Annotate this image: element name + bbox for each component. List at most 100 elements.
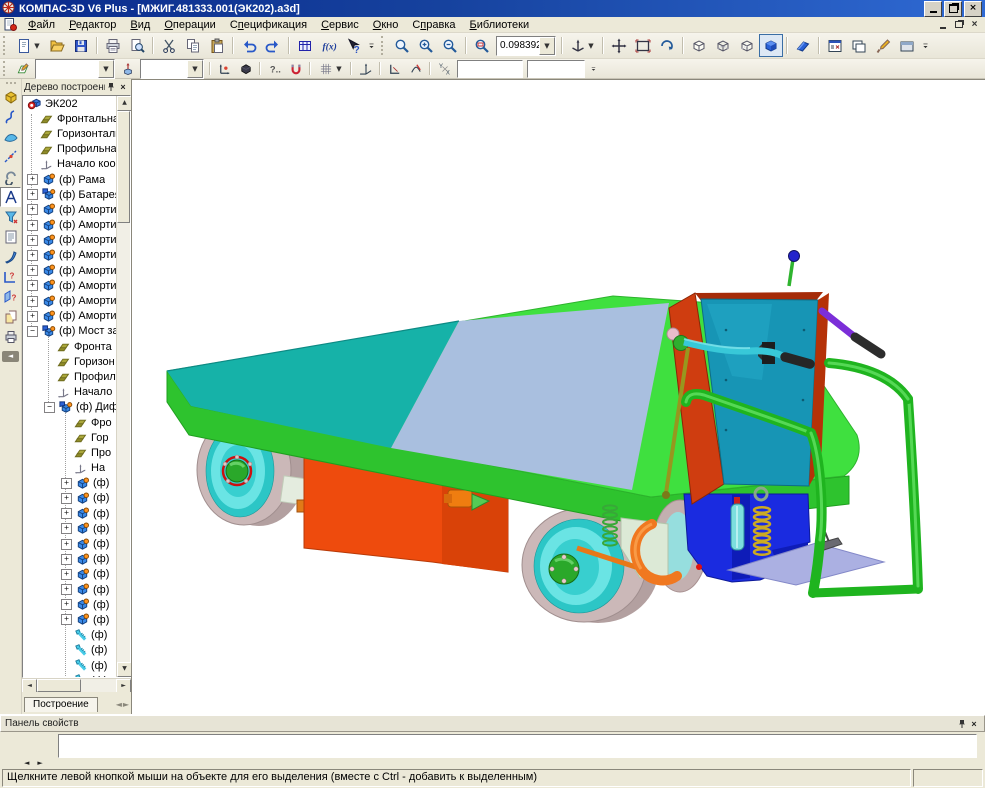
print-preview-button[interactable] [125, 34, 149, 57]
tree-item[interactable]: +(ф) Амортиза [23, 218, 116, 233]
orientation-button[interactable]: ▼ [566, 34, 599, 57]
expand-icon[interactable]: + [61, 493, 72, 504]
menu-item-8[interactable]: Справка [405, 18, 462, 32]
menu-item-6[interactable]: Сервис [314, 18, 366, 32]
menu-item-5[interactable]: Спецификация [223, 18, 314, 32]
tree-horizontal-scrollbar[interactable]: ◄ ► [22, 678, 131, 692]
tree-item[interactable]: (ф) [23, 643, 116, 658]
expand-icon[interactable]: + [27, 174, 38, 185]
tree-item[interactable]: +(ф) [23, 552, 116, 567]
dropdown-arrow-icon[interactable]: ▼ [587, 42, 595, 50]
tree-item[interactable]: Фро [23, 415, 116, 430]
tree-item[interactable]: ЭК202 [23, 96, 116, 111]
conditions-icon[interactable]: ? [0, 267, 21, 287]
tree-item[interactable]: −(ф) Мост зад [23, 324, 116, 339]
menu-item-1[interactable]: Файл [21, 18, 62, 32]
expand-icon[interactable]: + [61, 554, 72, 565]
tree-item[interactable]: +(ф) Амортиза [23, 202, 116, 217]
pin-icon[interactable] [105, 81, 117, 93]
tree-item[interactable]: Про [23, 445, 116, 460]
edit-part-icon[interactable] [0, 87, 21, 107]
local-csys-button[interactable] [214, 59, 235, 78]
variables-button[interactable] [293, 34, 317, 57]
toolbar-field[interactable] [457, 60, 523, 78]
mates-icon[interactable] [0, 167, 21, 187]
child-restore-button[interactable] [952, 19, 965, 31]
corner-button[interactable] [384, 59, 405, 78]
snap-question-button[interactable]: ?.. [264, 59, 285, 78]
reports-icon[interactable] [0, 247, 21, 267]
cube-hidden-thin-button[interactable] [735, 34, 759, 57]
surfaces-icon[interactable] [0, 127, 21, 147]
minimize-button[interactable] [924, 1, 942, 17]
compact-collapse-button[interactable]: ◄ [2, 351, 19, 362]
zoom-in-button[interactable] [414, 34, 438, 57]
tree-item[interactable]: −(ф) Диф [23, 400, 116, 415]
new-document-button[interactable]: ▼ [12, 34, 45, 57]
tree-item[interactable]: (ф) [23, 658, 116, 673]
expand-icon[interactable]: + [27, 296, 38, 307]
zoom-cursor-button[interactable] [390, 34, 414, 57]
trim-button[interactable] [405, 59, 426, 78]
dark-solid-button[interactable] [235, 59, 256, 78]
expand-icon[interactable]: + [61, 614, 72, 625]
paste-button[interactable] [205, 34, 229, 57]
props-pin-icon[interactable] [956, 718, 968, 730]
antenna-lever[interactable] [789, 251, 800, 287]
tree-item[interactable]: +(ф) Амортиза [23, 293, 116, 308]
tab-next-icon[interactable]: ► [123, 700, 129, 709]
save-floppy-button[interactable] [69, 34, 93, 57]
tree-item[interactable]: +(ф) [23, 521, 116, 536]
cube-shaded-button[interactable] [759, 34, 783, 57]
tree-item[interactable]: +(ф) Амортиза [23, 233, 116, 248]
tree-item[interactable]: Профил [23, 369, 116, 384]
panel-button[interactable] [895, 34, 919, 57]
tab-prev-icon[interactable]: ◄ [116, 700, 122, 709]
tree-item[interactable]: +(ф) Батарея [23, 187, 116, 202]
tree-item[interactable]: Горизонталь [23, 126, 116, 141]
cut-scissors-button[interactable] [157, 34, 181, 57]
expand-icon[interactable]: + [61, 539, 72, 550]
expand-icon[interactable]: + [61, 569, 72, 580]
zoom-out-button[interactable] [438, 34, 462, 57]
tab-postroenie[interactable]: Построение [24, 697, 98, 712]
expand-icon[interactable]: + [27, 265, 38, 276]
combo-dropdown-icon[interactable]: ▼ [539, 37, 555, 55]
cube-wireframe-button[interactable] [687, 34, 711, 57]
expand-icon[interactable]: + [61, 599, 72, 610]
fx-button[interactable]: f(x) [317, 34, 341, 57]
dropdown-arrow-icon[interactable]: ▼ [33, 42, 41, 50]
overflow-down-button[interactable] [365, 34, 378, 57]
toolbar-grip[interactable] [3, 61, 9, 76]
tree-item[interactable]: +(ф) [23, 612, 116, 627]
copy-button[interactable] [181, 34, 205, 57]
tree-item[interactable]: +(ф) Рама [23, 172, 116, 187]
zoom-frame-button[interactable] [470, 34, 494, 57]
print-button[interactable] [101, 34, 125, 57]
auxiliary-geometry-icon[interactable] [0, 147, 21, 167]
tree-item[interactable]: +(ф) [23, 567, 116, 582]
snap-magnet-button[interactable] [285, 59, 306, 78]
axes-button[interactable] [355, 59, 376, 78]
expand-icon[interactable]: + [27, 220, 38, 231]
library-print-icon[interactable] [0, 327, 21, 347]
toolbar-grip[interactable] [381, 36, 387, 55]
menu-item-2[interactable]: Редактор [62, 18, 123, 32]
close-button[interactable]: × [964, 1, 982, 17]
tree-item[interactable]: Начало коор [23, 157, 116, 172]
tree-vertical-scrollbar[interactable]: ▲ ▼ [116, 96, 130, 677]
state-combo[interactable]: ▼ [35, 59, 115, 79]
combo-dropdown-icon[interactable]: ▼ [187, 60, 203, 78]
undo-button[interactable] [237, 34, 261, 57]
expand-icon[interactable]: + [27, 311, 38, 322]
scroll-thumb[interactable] [117, 111, 130, 223]
extrude-button[interactable] [117, 59, 138, 78]
filters-icon[interactable] [0, 207, 21, 227]
expand-icon[interactable]: + [27, 204, 38, 215]
expand-icon[interactable]: + [27, 250, 38, 261]
message-field[interactable] [58, 734, 977, 758]
tree-item[interactable]: +(ф) Амортиза [23, 248, 116, 263]
tree-item[interactable]: Фронта [23, 339, 116, 354]
tree-item[interactable]: Горизон [23, 354, 116, 369]
tree-item[interactable]: На [23, 461, 116, 476]
